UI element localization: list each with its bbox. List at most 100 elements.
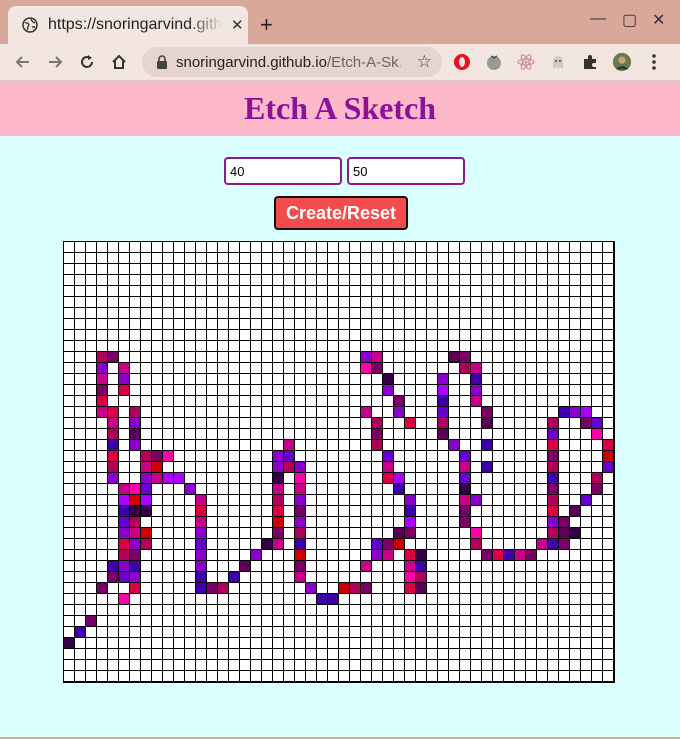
grid-cell[interactable] [218,550,229,561]
grid-cell[interactable] [119,319,130,330]
grid-cell[interactable] [383,319,394,330]
grid-cell[interactable] [284,286,295,297]
grid-cell[interactable] [262,462,273,473]
grid-cell[interactable] [449,308,460,319]
grid-cell[interactable] [306,539,317,550]
grid-cell[interactable] [471,242,482,253]
grid-cell[interactable] [548,385,559,396]
grid-cell[interactable] [317,418,328,429]
grid-cell[interactable] [416,638,427,649]
grid-cell[interactable] [427,319,438,330]
grid-cell[interactable] [449,638,460,649]
grid-cell[interactable] [416,429,427,440]
grid-cell[interactable] [394,616,405,627]
grid-cell[interactable] [196,660,207,671]
grid-cell[interactable] [218,352,229,363]
grid-cell[interactable] [251,671,262,682]
grid-cell[interactable] [548,539,559,550]
grid-cell[interactable] [460,352,471,363]
grid-cell[interactable] [174,385,185,396]
grid-cell[interactable] [130,462,141,473]
grid-cell[interactable] [306,495,317,506]
grid-cell[interactable] [449,297,460,308]
grid-cell[interactable] [570,462,581,473]
grid-cell[interactable] [108,297,119,308]
grid-cell[interactable] [328,319,339,330]
grid-cell[interactable] [592,407,603,418]
grid-cell[interactable] [97,484,108,495]
grid-cell[interactable] [592,473,603,484]
grid-cell[interactable] [548,396,559,407]
grid-cell[interactable] [372,550,383,561]
grid-cell[interactable] [361,264,372,275]
grid-cell[interactable] [603,429,614,440]
grid-cell[interactable] [471,561,482,572]
grid-cell[interactable] [471,583,482,594]
grid-cell[interactable] [317,319,328,330]
grid-cell[interactable] [405,275,416,286]
grid-cell[interactable] [339,671,350,682]
grid-cell[interactable] [339,583,350,594]
grid-cell[interactable] [196,330,207,341]
grid-cell[interactable] [372,506,383,517]
grid-cell[interactable] [130,253,141,264]
grid-cell[interactable] [207,638,218,649]
grid-cell[interactable] [64,363,75,374]
grid-cell[interactable] [372,297,383,308]
grid-cell[interactable] [119,275,130,286]
grid-cell[interactable] [504,319,515,330]
grid-cell[interactable] [207,550,218,561]
grid-cell[interactable] [515,407,526,418]
grid-cell[interactable] [174,495,185,506]
grid-cell[interactable] [405,363,416,374]
grid-cell[interactable] [460,550,471,561]
grid-cell[interactable] [570,649,581,660]
grid-cell[interactable] [174,583,185,594]
grid-cell[interactable] [592,286,603,297]
grid-cell[interactable] [152,572,163,583]
grid-cell[interactable] [163,264,174,275]
grid-cell[interactable] [306,374,317,385]
grid-cell[interactable] [86,561,97,572]
grid-cell[interactable] [537,330,548,341]
grid-cell[interactable] [218,671,229,682]
grid-cell[interactable] [262,451,273,462]
grid-cell[interactable] [97,517,108,528]
grid-cell[interactable] [482,616,493,627]
grid-cell[interactable] [295,649,306,660]
grid-cell[interactable] [559,363,570,374]
grid-cell[interactable] [196,363,207,374]
grid-cell[interactable] [97,286,108,297]
grid-cell[interactable] [64,616,75,627]
grid-cell[interactable] [515,583,526,594]
grid-cell[interactable] [460,649,471,660]
grid-cell[interactable] [438,539,449,550]
grid-cell[interactable] [548,671,559,682]
grid-cell[interactable] [603,462,614,473]
grid-cell[interactable] [482,396,493,407]
grid-cell[interactable] [262,627,273,638]
grid-cell[interactable] [361,517,372,528]
grid-cell[interactable] [328,418,339,429]
grid-cell[interactable] [372,616,383,627]
grid-cell[interactable] [592,583,603,594]
grid-cell[interactable] [427,242,438,253]
grid-cell[interactable] [383,484,394,495]
grid-cell[interactable] [372,528,383,539]
grid-cell[interactable] [471,440,482,451]
grid-cell[interactable] [372,627,383,638]
grid-cell[interactable] [141,517,152,528]
grid-cell[interactable] [493,638,504,649]
grid-cell[interactable] [383,374,394,385]
grid-cell[interactable] [130,319,141,330]
grid-cell[interactable] [196,671,207,682]
grid-cell[interactable] [119,396,130,407]
grid-cell[interactable] [559,594,570,605]
grid-cell[interactable] [570,484,581,495]
grid-cell[interactable] [229,605,240,616]
grid-cell[interactable] [449,605,460,616]
grid-cell[interactable] [515,429,526,440]
grid-cell[interactable] [449,627,460,638]
grid-cell[interactable] [174,638,185,649]
grid-cell[interactable] [86,638,97,649]
